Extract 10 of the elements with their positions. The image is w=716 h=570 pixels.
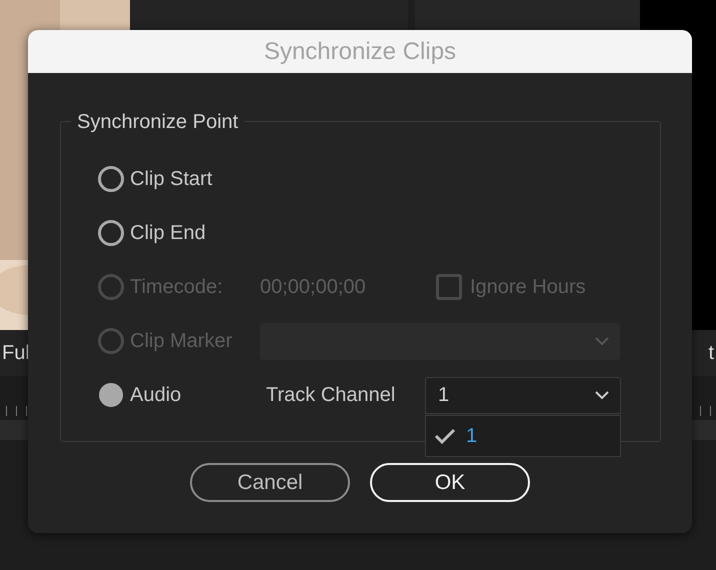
cancel-button[interactable]: Cancel	[190, 463, 350, 502]
field-label: Track Channel	[266, 383, 396, 408]
panel-label: t	[708, 341, 714, 366]
menu-item[interactable]: 1	[426, 416, 620, 456]
radio-option[interactable]: Clip Start	[98, 164, 260, 194]
timecode-value: 00;00;00;00	[260, 275, 367, 300]
radio-option[interactable]: Clip End	[98, 218, 260, 248]
radio-option[interactable]: Audio	[98, 380, 260, 410]
dialog-title: Synchronize Clips	[28, 30, 692, 73]
ok-button[interactable]: OK	[370, 463, 530, 502]
